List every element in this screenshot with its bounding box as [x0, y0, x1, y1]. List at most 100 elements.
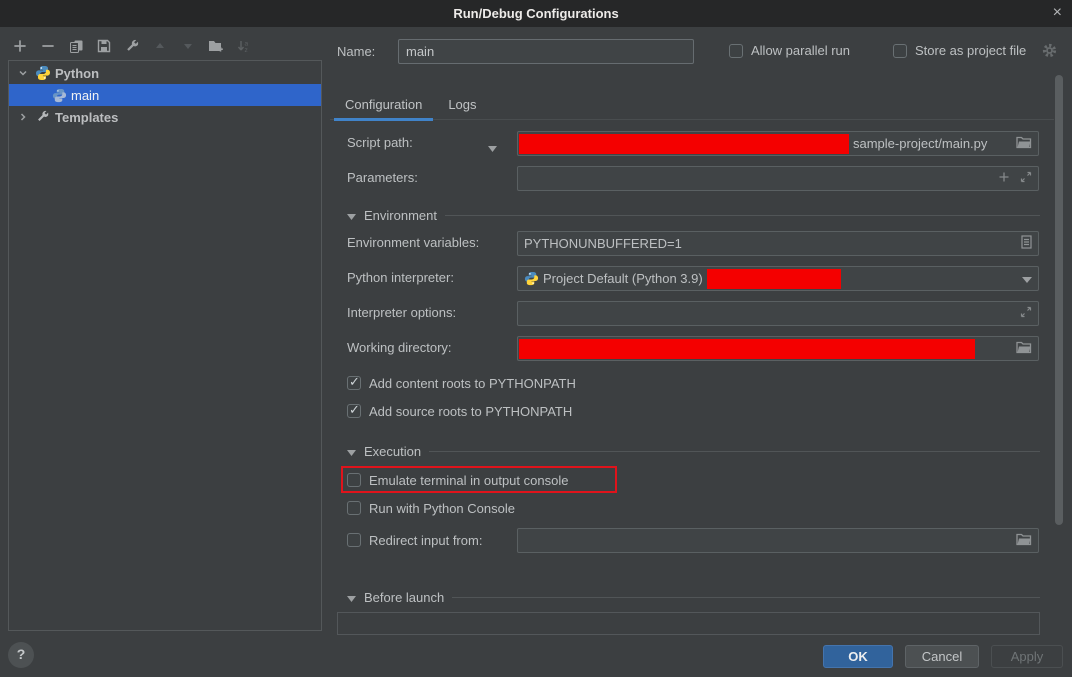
- tree-item-label: Templates: [55, 110, 118, 125]
- chevron-down-icon[interactable]: [15, 68, 31, 78]
- redirect-input-label: Redirect input from:: [369, 533, 482, 548]
- store-as-project-file-label: Store as project file: [915, 43, 1026, 58]
- cancel-button[interactable]: Cancel: [905, 645, 979, 668]
- allow-parallel-run-label: Allow parallel run: [751, 43, 850, 58]
- tree-item-main[interactable]: main: [9, 84, 321, 106]
- remove-icon[interactable]: [40, 38, 56, 54]
- add-source-roots-checkbox[interactable]: Add source roots to PYTHONPATH: [347, 402, 572, 420]
- before-launch-section-header[interactable]: Before launch: [347, 589, 1040, 605]
- tree-item-python[interactable]: Python: [9, 62, 321, 84]
- tab-logs[interactable]: Logs: [437, 90, 487, 119]
- combobox-arrow-icon[interactable]: [1022, 271, 1032, 286]
- checkbox-icon[interactable]: [347, 501, 361, 515]
- name-label: Name:: [337, 44, 375, 59]
- move-up-icon[interactable]: [152, 38, 168, 54]
- tree-item-label: main: [71, 88, 99, 103]
- checkbox-icon[interactable]: [347, 473, 361, 487]
- working-directory-field[interactable]: [517, 336, 1039, 361]
- emulate-terminal-checkbox[interactable]: Emulate terminal in output console: [347, 471, 568, 489]
- parameters-field[interactable]: [517, 166, 1039, 191]
- checkbox-icon[interactable]: [893, 44, 907, 58]
- script-path-dropdown-icon[interactable]: [488, 140, 497, 155]
- close-icon[interactable]: ×: [1053, 3, 1062, 23]
- name-input[interactable]: [398, 39, 694, 64]
- tree-item-label: Python: [55, 66, 99, 81]
- redaction-block: [707, 269, 841, 289]
- move-down-icon[interactable]: [180, 38, 196, 54]
- sort-alphabetically-icon[interactable]: az: [236, 38, 252, 54]
- python-interpreter-value: Project Default (Python 3.9): [543, 271, 703, 286]
- redirect-input-field[interactable]: [517, 528, 1039, 553]
- section-divider: [452, 597, 1040, 598]
- configurations-tree: Python main Templates: [8, 60, 322, 631]
- execution-section-header[interactable]: Execution: [347, 443, 1040, 459]
- svg-text:z: z: [245, 47, 248, 53]
- configurations-toolbar: az: [12, 37, 252, 55]
- section-divider: [429, 451, 1040, 452]
- environment-section-title: Environment: [364, 208, 437, 223]
- interpreter-options-field[interactable]: [517, 301, 1039, 326]
- run-with-python-console-checkbox[interactable]: Run with Python Console: [347, 499, 515, 517]
- environment-section-header[interactable]: Environment: [347, 207, 1040, 223]
- parameters-label: Parameters:: [347, 166, 418, 190]
- allow-parallel-run-checkbox[interactable]: Allow parallel run: [729, 43, 850, 58]
- redaction-block: [519, 134, 849, 154]
- edit-templates-icon[interactable]: [124, 38, 140, 54]
- before-launch-section-title: Before launch: [364, 590, 444, 605]
- help-button[interactable]: ?: [8, 642, 34, 668]
- checkbox-icon[interactable]: [729, 44, 743, 58]
- run-with-python-console-label: Run with Python Console: [369, 501, 515, 516]
- execution-section-title: Execution: [364, 444, 421, 459]
- python-logo-icon: [35, 65, 51, 81]
- expand-field-icon[interactable]: [1020, 171, 1032, 186]
- checkbox-checked-icon[interactable]: [347, 404, 361, 418]
- before-launch-task-list[interactable]: [337, 612, 1040, 635]
- environment-variables-value: PYTHONUNBUFFERED=1: [524, 236, 682, 251]
- folder-browse-icon[interactable]: [1016, 136, 1032, 152]
- gear-icon[interactable]: [1042, 43, 1057, 61]
- browse-variables-icon[interactable]: [1021, 235, 1032, 252]
- section-collapse-icon[interactable]: [347, 590, 356, 605]
- new-folder-icon[interactable]: [208, 38, 224, 54]
- chevron-right-icon[interactable]: [15, 112, 31, 122]
- add-icon[interactable]: [12, 38, 28, 54]
- redaction-block: [519, 339, 975, 359]
- folder-browse-icon[interactable]: [1016, 533, 1032, 549]
- add-source-roots-label: Add source roots to PYTHONPATH: [369, 404, 572, 419]
- working-directory-label: Working directory:: [347, 336, 452, 360]
- redirect-input-checkbox[interactable]: Redirect input from:: [347, 531, 482, 549]
- environment-variables-label: Environment variables:: [347, 231, 479, 255]
- add-content-roots-label: Add content roots to PYTHONPATH: [369, 376, 576, 391]
- script-path-field[interactable]: sample-project/main.py: [517, 131, 1039, 156]
- expand-field-icon[interactable]: [1020, 306, 1032, 321]
- folder-browse-icon[interactable]: [1016, 341, 1032, 357]
- apply-button[interactable]: Apply: [991, 645, 1063, 668]
- configuration-editor: Name: Allow parallel run Store as projec…: [330, 27, 1064, 638]
- emulate-terminal-label: Emulate terminal in output console: [369, 473, 568, 488]
- environment-variables-field[interactable]: PYTHONUNBUFFERED=1: [517, 231, 1039, 256]
- section-collapse-icon[interactable]: [347, 444, 356, 459]
- save-icon[interactable]: [96, 38, 112, 54]
- tree-item-templates[interactable]: Templates: [9, 106, 321, 128]
- tab-configuration[interactable]: Configuration: [334, 90, 433, 119]
- tab-bar: Configuration Logs: [330, 90, 1054, 120]
- add-content-roots-checkbox[interactable]: Add content roots to PYTHONPATH: [347, 374, 576, 392]
- python-interpreter-label: Python interpreter:: [347, 266, 454, 290]
- add-macro-icon[interactable]: [998, 171, 1010, 186]
- ok-button[interactable]: OK: [823, 645, 893, 668]
- interpreter-options-label: Interpreter options:: [347, 301, 456, 325]
- section-divider: [445, 215, 1040, 216]
- copy-icon[interactable]: [68, 38, 84, 54]
- wrench-icon: [35, 109, 51, 125]
- section-collapse-icon[interactable]: [347, 208, 356, 223]
- script-path-label: Script path:: [347, 131, 413, 155]
- python-logo-icon: [524, 271, 539, 286]
- script-path-value: sample-project/main.py: [853, 136, 987, 151]
- checkbox-checked-icon[interactable]: [347, 376, 361, 390]
- vertical-scrollbar-thumb[interactable]: [1055, 75, 1063, 525]
- python-interpreter-combobox[interactable]: Project Default (Python 3.9): [517, 266, 1039, 291]
- store-as-project-file-checkbox[interactable]: Store as project file: [893, 43, 1026, 58]
- dialog-titlebar: Run/Debug Configurations ×: [0, 0, 1072, 27]
- checkbox-icon[interactable]: [347, 533, 361, 547]
- python-logo-icon: [51, 87, 67, 103]
